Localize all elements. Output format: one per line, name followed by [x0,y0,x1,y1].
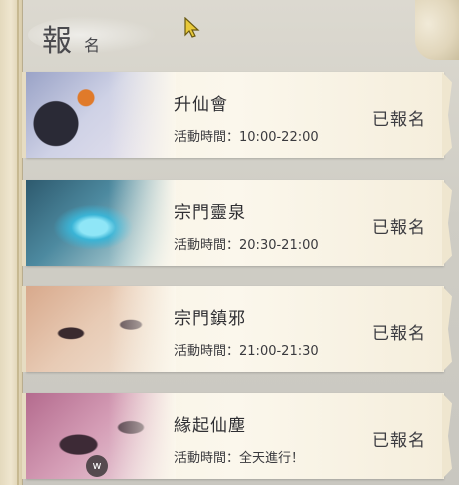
event-time: 活動時間：21:00-21:30 [174,344,319,359]
registered-status: 已報名 [372,324,426,344]
registered-status: 已報名 [372,431,426,451]
page-header: 報 名 [28,6,188,60]
event-name: 宗門靈泉 [174,203,246,223]
card-edge-right [442,180,452,266]
event-art-image [26,72,176,158]
event-card[interactable]: 宗門靈泉 活動時間：20:30-21:00 已報名 [22,180,452,266]
card-edge-right [442,393,452,479]
event-time: 活動時間：20:30-21:00 [174,238,319,253]
event-card[interactable]: 升仙會 活動時間：10:00-22:00 已報名 [22,72,452,158]
event-card[interactable]: 宗門鎮邪 活動時間：21:00-21:30 已報名 [22,286,452,372]
scroll-ornament [415,0,459,60]
event-time: 活動時間：全天進行！ [174,451,305,466]
event-art-image [26,180,176,266]
event-name: 升仙會 [174,95,228,115]
mouse-cursor-icon [184,17,200,38]
watermark-badge: w [86,455,108,477]
event-art-image [26,286,176,372]
page-title-sub: 名 [84,36,101,55]
card-edge-right [442,286,452,372]
card-edge-right [442,72,452,158]
page-title: 報 [42,24,74,59]
event-time: 活動時間：10:00-22:00 [174,130,319,145]
left-frame-rail [0,0,23,485]
registered-status: 已報名 [372,110,426,130]
registered-status: 已報名 [372,218,426,238]
event-name: 宗門鎮邪 [174,309,246,329]
event-name: 緣起仙塵 [174,416,246,436]
